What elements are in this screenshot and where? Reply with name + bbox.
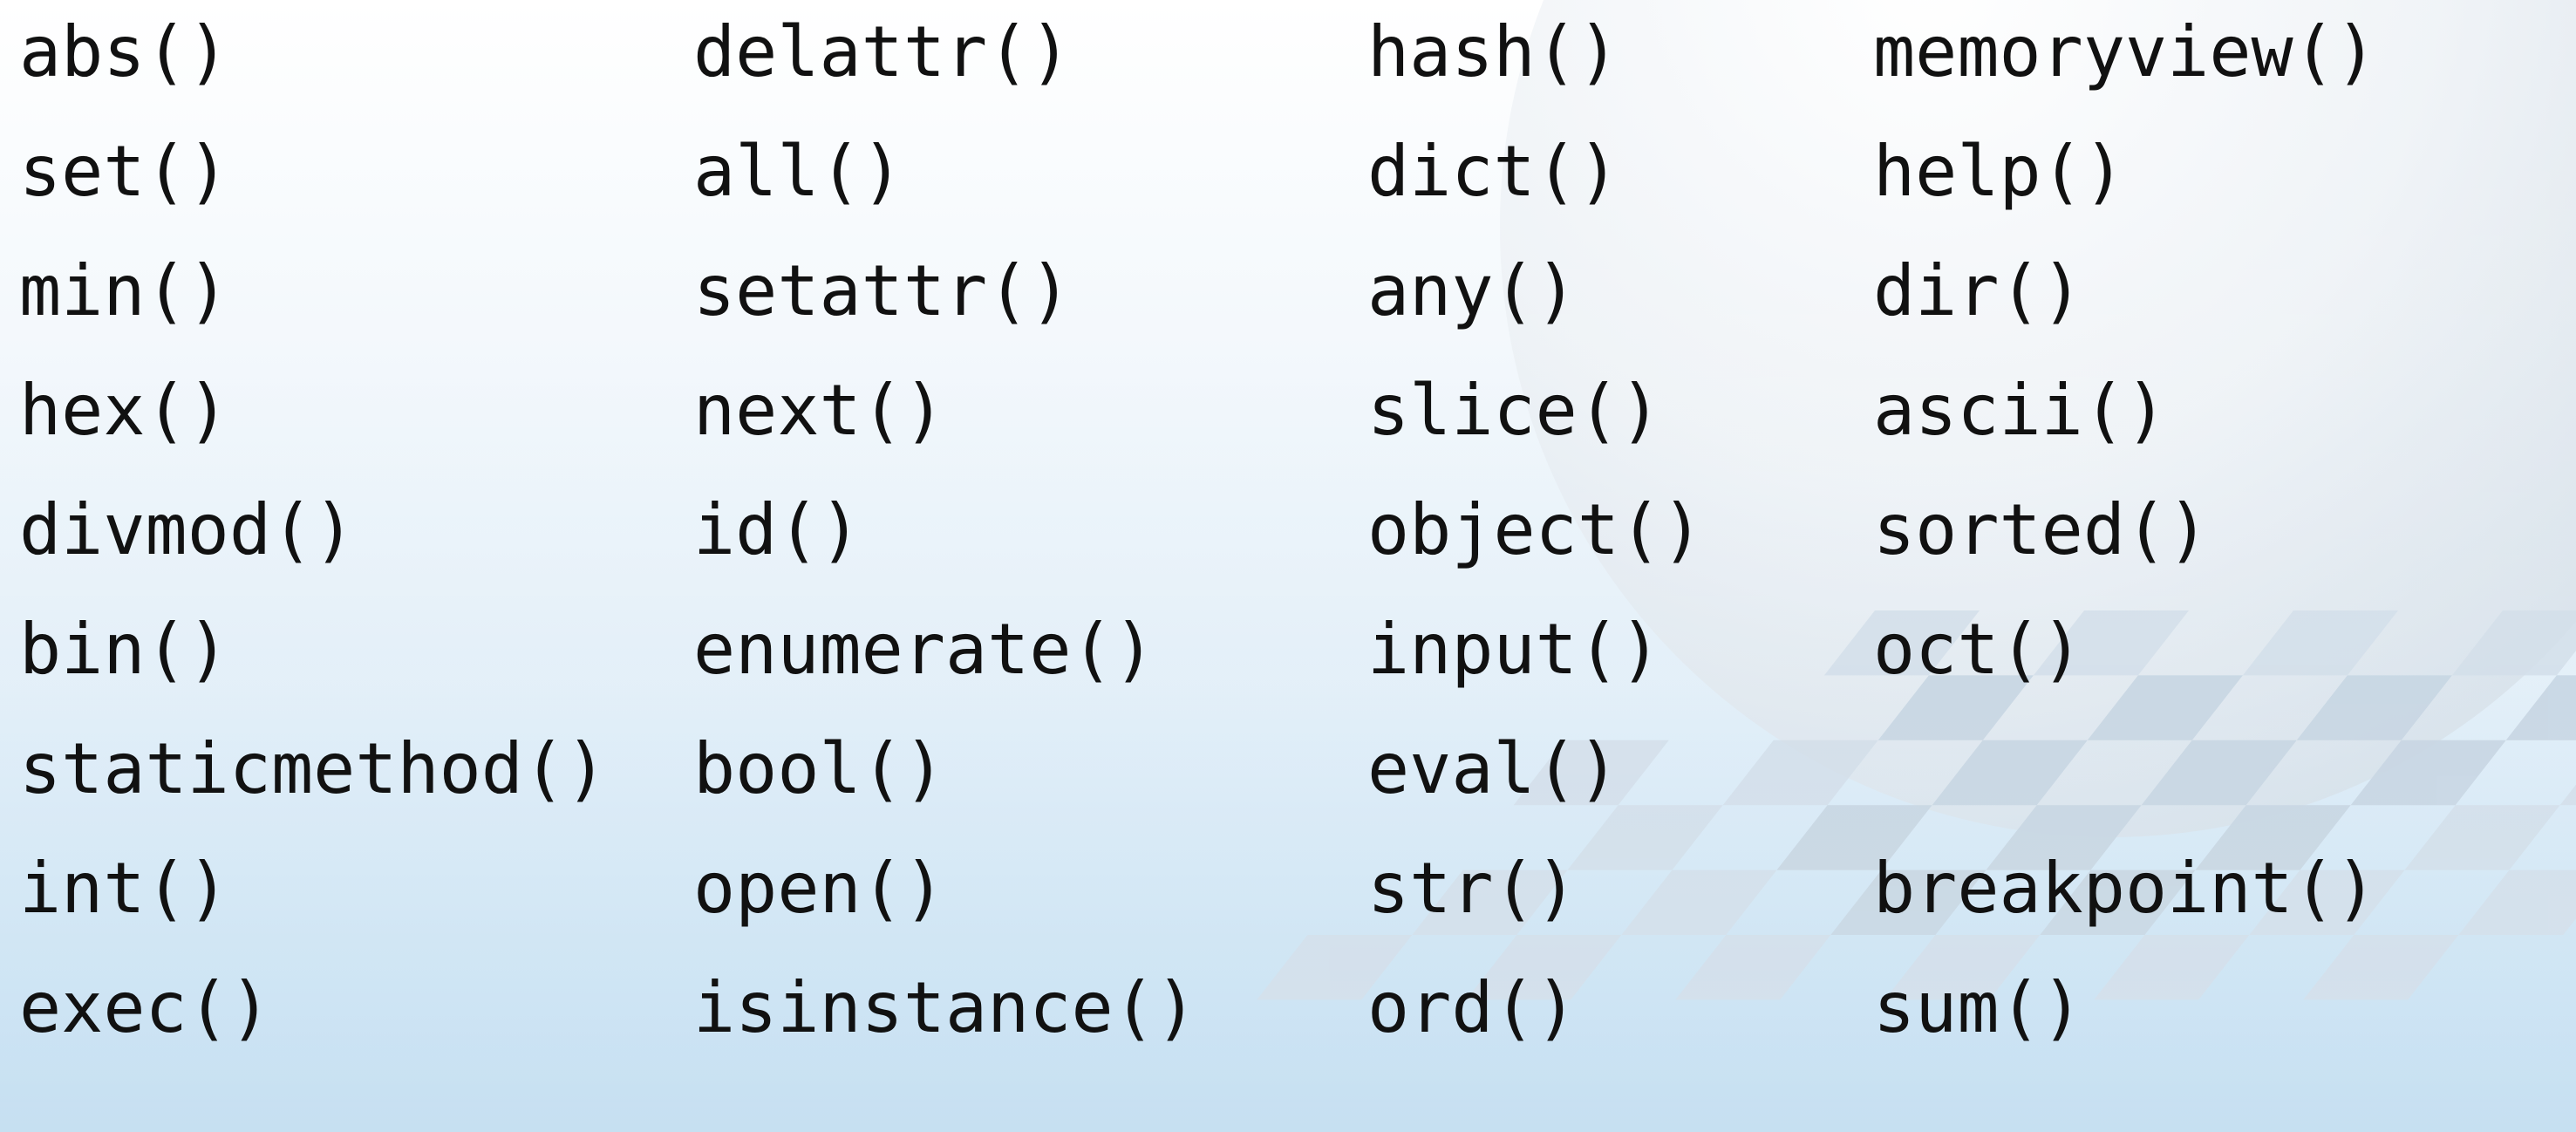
function-name: sum() [1873, 967, 2083, 1048]
function-name: eval() [1367, 728, 1619, 809]
function-name: staticmethod() [19, 728, 608, 809]
builtin-functions-grid: abs() set() min() hex() divmod() bin() s… [0, 0, 2576, 1132]
function-name: dir() [1873, 250, 2083, 331]
function-name: min() [19, 250, 229, 331]
function-name: all() [693, 131, 903, 212]
function-name: hash() [1367, 11, 1619, 92]
function-name: ord() [1367, 967, 1578, 1048]
function-name: breakpoint() [1873, 848, 2377, 929]
function-name: abs() [19, 11, 229, 92]
function-name: help() [1873, 131, 2125, 212]
function-name: enumerate() [693, 609, 1155, 690]
function-name: hex() [19, 370, 229, 451]
function-name: bin() [19, 609, 229, 690]
function-name: str() [1367, 848, 1578, 929]
function-name: set() [19, 131, 229, 212]
slide: abs() set() min() hex() divmod() bin() s… [0, 0, 2576, 1132]
function-name: dict() [1367, 131, 1619, 212]
function-name: open() [693, 848, 945, 929]
function-name: memoryview() [1873, 11, 2377, 92]
function-name: ascii() [1873, 370, 2168, 451]
function-name: isinstance() [693, 967, 1197, 1048]
function-name: setattr() [693, 250, 1072, 331]
function-name: input() [1367, 609, 1662, 690]
function-name: bool() [693, 728, 945, 809]
function-name: sorted() [1873, 489, 2210, 570]
function-name: id() [693, 489, 862, 570]
function-name: slice() [1367, 370, 1662, 451]
function-name: any() [1367, 250, 1578, 331]
function-name: oct() [1873, 609, 2083, 690]
function-name: delattr() [693, 11, 1072, 92]
function-name: exec() [19, 967, 271, 1048]
function-name: divmod() [19, 489, 356, 570]
function-name: int() [19, 848, 229, 929]
function-name: next() [693, 370, 945, 451]
function-name: object() [1367, 489, 1704, 570]
